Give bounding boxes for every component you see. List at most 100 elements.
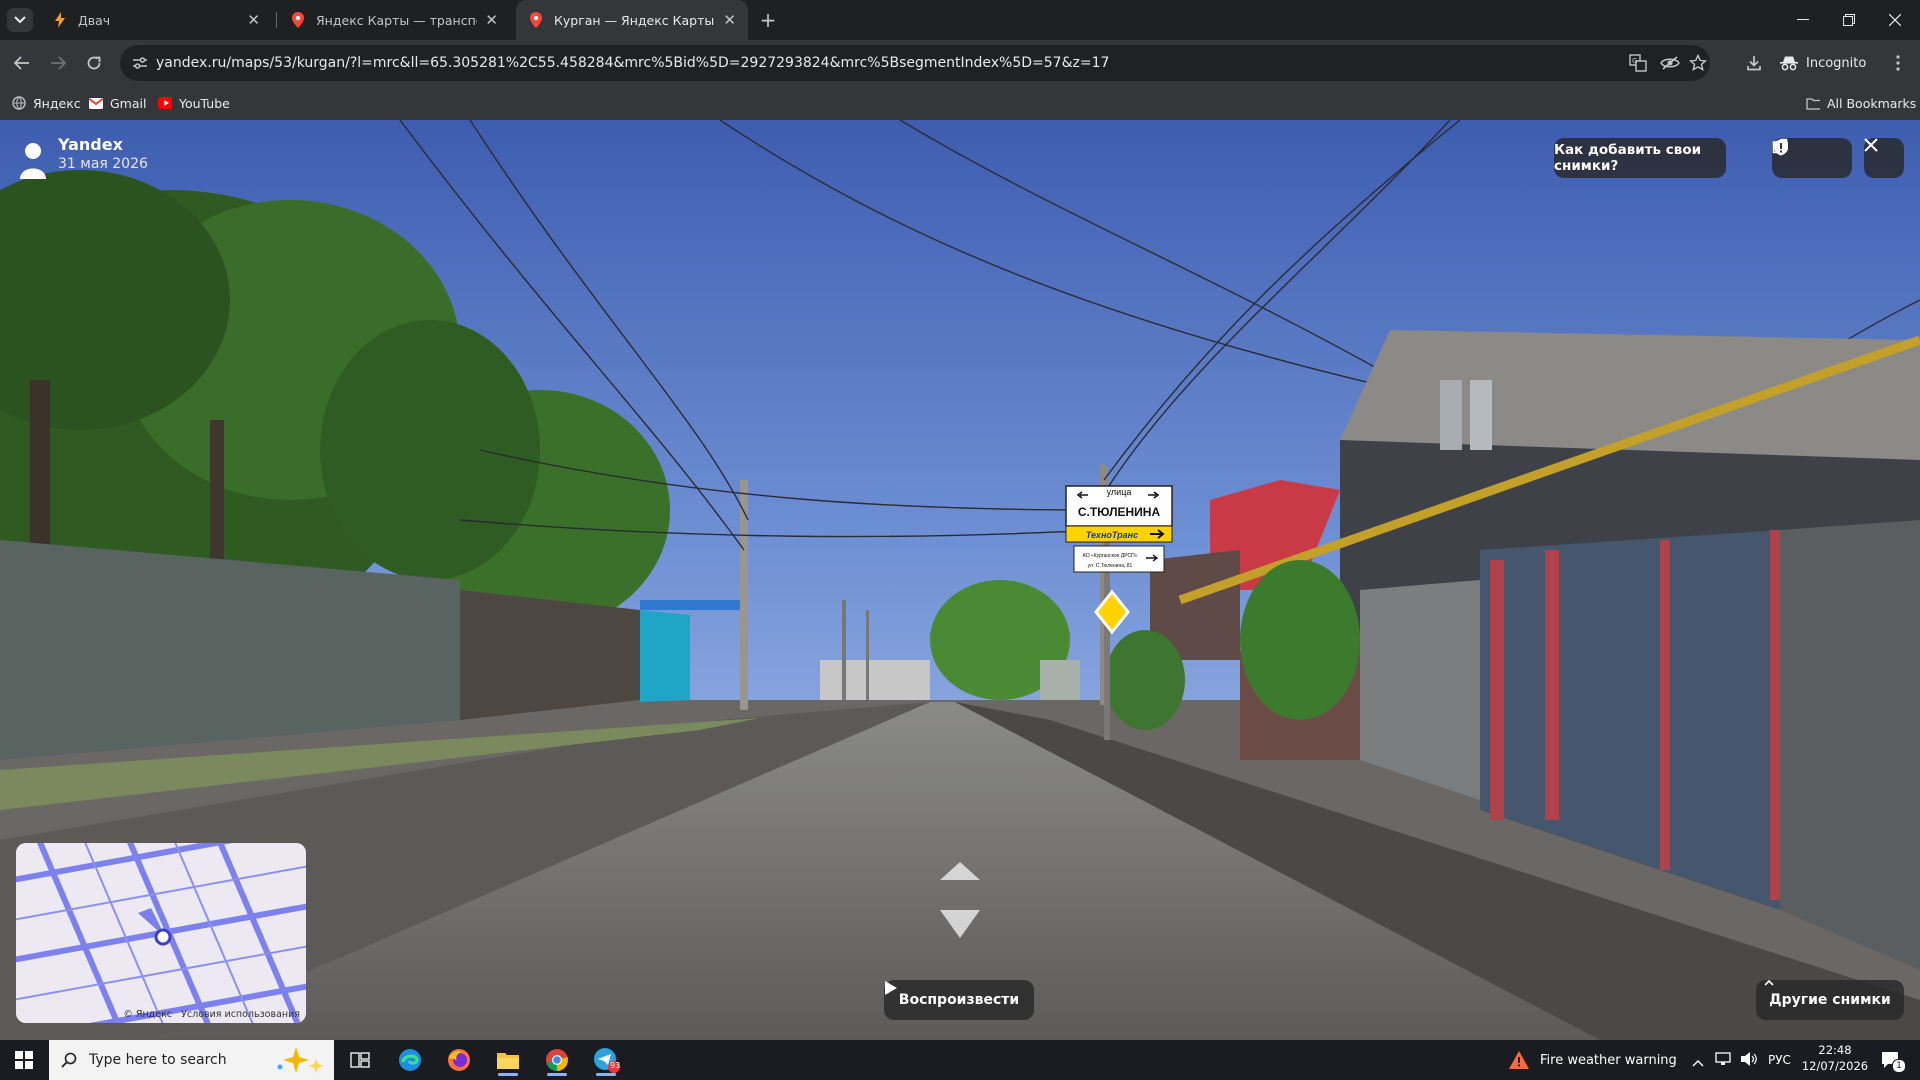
- tab-kurgan-yandex-maps[interactable]: Курган — Яндекс Карты ✕: [516, 0, 748, 40]
- new-tab-button[interactable]: +: [756, 8, 780, 32]
- url-text[interactable]: yandex.ru/maps/53/kurgan/?l=mrc&ll=65.30…: [156, 55, 1109, 71]
- more-vert-icon: [1896, 55, 1900, 71]
- sign-company: ТехноТранс: [1086, 530, 1138, 540]
- back-button[interactable]: [8, 49, 36, 77]
- map-pin-icon: [290, 12, 306, 28]
- bookmark-label: Gmail: [110, 95, 147, 111]
- task-view-icon: [350, 1052, 370, 1068]
- minimap-terms-link[interactable]: Условия использования: [181, 1009, 300, 1020]
- translate-icon[interactable]: G: [1628, 53, 1648, 73]
- current-position-marker: [154, 928, 172, 946]
- bookmark-star-icon[interactable]: [1688, 53, 1708, 73]
- panorama-actions-group: [1772, 138, 1852, 178]
- taskbar-chrome[interactable]: [537, 1044, 577, 1076]
- lightning-icon: [52, 12, 68, 28]
- firefox-icon: [448, 1049, 470, 1071]
- chevron-up-icon: [1764, 980, 1774, 986]
- play-icon: [885, 981, 897, 995]
- tab-search-button[interactable]: [7, 8, 33, 32]
- site-info-icon[interactable]: [130, 53, 150, 73]
- running-indicator: [596, 1073, 616, 1076]
- start-button[interactable]: [4, 1044, 44, 1076]
- author-name[interactable]: Yandex: [58, 135, 148, 154]
- tab-dvach[interactable]: Двач ✕: [40, 0, 272, 40]
- reload-button[interactable]: [80, 49, 108, 77]
- input-language[interactable]: РУС: [1768, 1053, 1791, 1067]
- weather-widget[interactable]: Fire weather warning: [1508, 1050, 1677, 1070]
- taskbar-file-explorer[interactable]: [488, 1044, 528, 1076]
- taskbar-telegram[interactable]: 93: [586, 1044, 626, 1076]
- minimize-button[interactable]: [1780, 0, 1826, 40]
- tab-yandex-maps-transport[interactable]: Яндекс Карты — транспорт, н ✕: [278, 0, 510, 40]
- yandex-icon: [12, 96, 26, 110]
- running-indicator: [498, 1073, 518, 1076]
- search-icon: [61, 1052, 77, 1068]
- notification-center[interactable]: 1: [1880, 1049, 1906, 1075]
- windows-icon: [15, 1051, 33, 1069]
- incognito-indicator[interactable]: Incognito: [1780, 48, 1866, 78]
- play-label: Воспроизвести: [898, 992, 1020, 1008]
- youtube-icon: [158, 96, 172, 110]
- add-photos-button[interactable]: Как добавить свои снимки?: [1554, 138, 1726, 178]
- network-icon[interactable]: [1714, 1051, 1732, 1071]
- panorama-author: Yandex 31 мая 2026: [18, 135, 148, 179]
- chrome-icon: [546, 1049, 568, 1071]
- address-bar[interactable]: yandex.ru/maps/53/kurgan/?l=mrc&ll=65.30…: [120, 45, 1710, 81]
- tab-separator: [276, 12, 277, 28]
- folder-icon: [497, 1053, 519, 1069]
- map-pin-icon: [528, 12, 544, 28]
- svg-text:G: G: [1632, 57, 1637, 65]
- minimap[interactable]: © Яндекс Условия использования: [16, 843, 306, 1023]
- all-bookmarks-label: All Bookmarks: [1827, 95, 1917, 111]
- weather-text: Fire weather warning: [1540, 1052, 1677, 1068]
- sparkle-icon: [277, 1047, 323, 1073]
- sign-small-line1: АО «Курганское ДРСП»: [1082, 553, 1137, 559]
- task-view-button[interactable]: [340, 1044, 380, 1076]
- bush-right-small: [1105, 630, 1185, 730]
- close-icon[interactable]: ✕: [723, 11, 736, 29]
- taskbar-firefox[interactable]: [439, 1044, 479, 1076]
- all-bookmarks[interactable]: All Bookmarks: [1806, 94, 1916, 112]
- chevron-up-icon[interactable]: [1692, 1052, 1704, 1071]
- other-photos-button[interactable]: Другие снимки: [1756, 980, 1904, 1020]
- close-icon[interactable]: ✕: [247, 11, 260, 29]
- play-button[interactable]: Воспроизвести: [884, 980, 1034, 1020]
- tab-strip: Двач ✕ Яндекс Карты — транспорт, н ✕ Кур…: [0, 0, 1920, 40]
- user-icon: [20, 143, 46, 179]
- bookmark-label: YouTube: [179, 95, 230, 111]
- bookmark-youtube[interactable]: YouTube: [158, 94, 230, 112]
- close-icon[interactable]: ✕: [485, 11, 498, 29]
- forward-button[interactable]: [44, 49, 72, 77]
- notification-count: 1: [1892, 1059, 1906, 1073]
- bush-right: [1240, 560, 1360, 720]
- taskbar-edge[interactable]: [390, 1044, 430, 1076]
- tab-title: Яндекс Карты — транспорт, н: [316, 12, 477, 28]
- eye-off-icon[interactable]: [1660, 53, 1680, 73]
- volume-icon[interactable]: [1740, 1051, 1758, 1071]
- incognito-label: Incognito: [1806, 55, 1867, 71]
- downloads-button[interactable]: [1740, 49, 1768, 77]
- restore-button[interactable]: [1826, 0, 1872, 40]
- taskbar-search[interactable]: Type here to search: [49, 1040, 334, 1080]
- menu-button[interactable]: [1884, 49, 1912, 77]
- clock[interactable]: 22:48 12/07/2026: [1800, 1043, 1870, 1073]
- sign-street-word: улица: [1107, 487, 1132, 497]
- gmail-icon: [89, 96, 103, 110]
- tab-title: Двач: [78, 12, 111, 28]
- close-window-button[interactable]: [1872, 0, 1918, 40]
- search-placeholder: Type here to search: [89, 1052, 227, 1068]
- tab-title: Курган — Яндекс Карты: [554, 12, 715, 28]
- close-icon: [1889, 14, 1901, 26]
- reload-icon: [87, 56, 101, 70]
- arrow-left-icon: [14, 56, 29, 70]
- arrow-right-icon: [51, 56, 66, 70]
- download-icon: [1747, 56, 1761, 71]
- clock-date: 12/07/2026: [1801, 1059, 1869, 1073]
- folder-icon: [1806, 96, 1820, 110]
- telegram-badge: 93: [610, 1061, 621, 1070]
- bookmark-yandex[interactable]: Яндекс: [12, 94, 81, 112]
- browser-toolbar: yandex.ru/maps/53/kurgan/?l=mrc&ll=65.30…: [0, 40, 1920, 86]
- bookmarks-bar: Яндекс Gmail YouTube All Bookmarks: [0, 86, 1920, 121]
- bookmark-gmail[interactable]: Gmail: [89, 94, 146, 112]
- close-panorama-button[interactable]: [1864, 138, 1904, 178]
